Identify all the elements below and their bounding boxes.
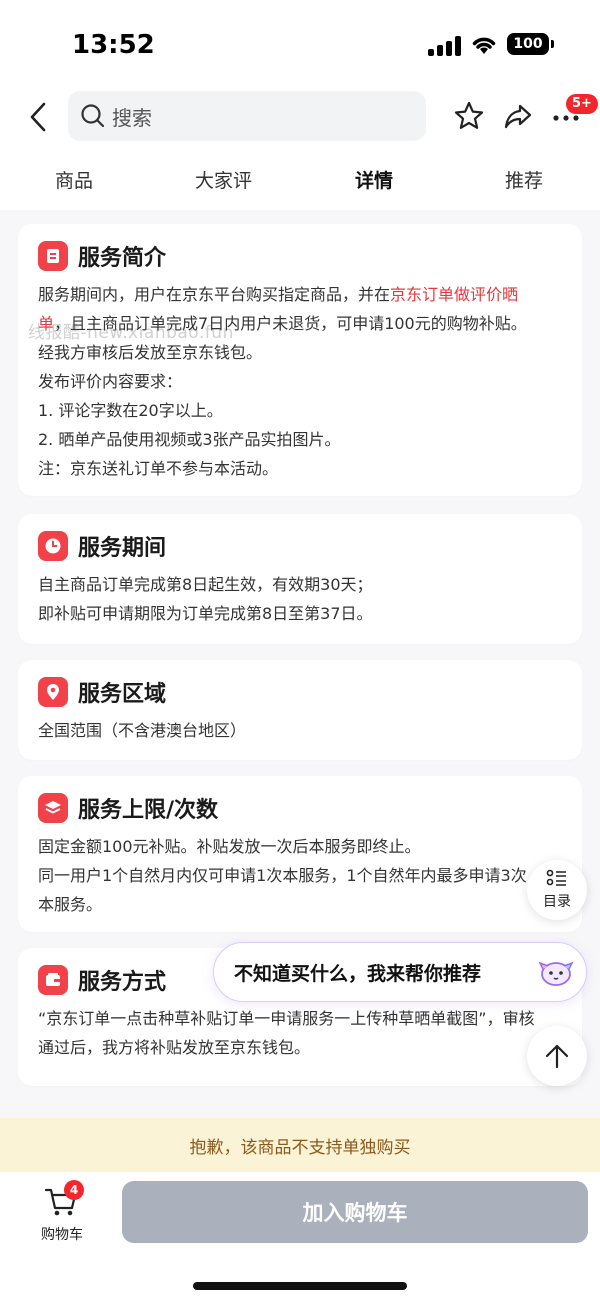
cart-button[interactable]: 4 购物车 [36, 1180, 86, 1244]
layers-icon [38, 793, 68, 823]
bottom-bar: 4 购物车 加入购物车 [0, 1172, 600, 1300]
period-line: 自主商品订单完成第8日起生效，有效期30天； [38, 575, 373, 594]
notice-text: 抱歉，该商品不支持单独购买 [189, 1137, 411, 1158]
limit-line: 本服务。 [38, 895, 103, 914]
wallet-icon [38, 965, 68, 995]
limit-line: 同一用户1个自然月内仅可申请1次本服务，1个自然年内最多申请3次 [38, 866, 527, 885]
card-title: 服务上限/次数 [78, 798, 219, 823]
intro-line: 发布评价内容要求： [38, 372, 183, 391]
card-title: 服务期间 [78, 536, 167, 561]
receipt-icon [38, 241, 68, 271]
card-title: 服务简介 [78, 246, 167, 271]
share-icon[interactable] [502, 100, 534, 132]
service-region-card: 服务区域 全国范围（不含港澳台地区） [18, 660, 582, 760]
intro-line: 1. 评论字数在20字以上。 [38, 401, 223, 420]
location-pin-icon [38, 677, 68, 707]
scroll-top-button[interactable] [527, 1026, 587, 1086]
highlight-text: 京东订单做评价晒 [390, 285, 519, 304]
method-line: “京东订单一点击种草补贴订单一申请服务一上传种草晒单截图”，审核 [38, 1009, 535, 1028]
tab-details[interactable]: 详情 [355, 166, 393, 193]
list-icon [546, 869, 566, 886]
intro-line: 注：京东送礼订单不参与本活动。 [38, 459, 279, 478]
clock-icon [38, 531, 68, 561]
cart-label: 购物车 [41, 1227, 83, 1243]
tab-product[interactable]: 商品 [55, 166, 93, 193]
arrow-up-icon [545, 1044, 569, 1069]
tab-reviews[interactable]: 大家评 [195, 166, 252, 193]
region-line: 全国范围（不含港澳台地区） [38, 721, 247, 740]
back-arrow-icon[interactable] [24, 100, 54, 134]
add-to-cart-button[interactable]: 加入购物车 [122, 1181, 588, 1243]
service-limit-card: 服务上限/次数 固定金额100元补贴。补贴发放一次后本服务即终止。 同一用户1个… [18, 776, 582, 932]
battery-icon: 100 [507, 33, 554, 55]
card-title: 服务方式 [78, 970, 167, 995]
toc-button[interactable]: 目录 [527, 860, 587, 920]
cart-count-badge: 4 [64, 1180, 84, 1200]
status-bar: 13:52 100 [0, 0, 600, 88]
mascot-dog-icon [538, 961, 574, 986]
search-icon [81, 104, 105, 128]
signal-icon [428, 36, 462, 56]
wifi-icon [472, 37, 496, 54]
card-title: 服务区域 [78, 682, 167, 707]
home-indicator [193, 1282, 407, 1290]
top-nav: 搜索 [0, 88, 600, 146]
search-input[interactable]: 搜索 [68, 91, 426, 141]
message-badge: 5+ [566, 94, 598, 114]
recommend-bubble[interactable]: 不知道买什么，我来帮你推荐 [213, 942, 587, 1002]
intro-line: 服务期间内，用户在京东平台购买指定商品，并在京东订单做评价晒 [38, 285, 519, 304]
status-time: 13:52 [72, 30, 155, 60]
star-favorite-icon[interactable] [453, 100, 485, 132]
tab-recommend[interactable]: 推荐 [505, 166, 543, 193]
notice-bar: 抱歉，该商品不支持单独购买 [0, 1118, 600, 1172]
toc-label: 目录 [543, 894, 571, 910]
battery-level: 100 [513, 36, 543, 52]
service-period-card: 服务期间 自主商品订单完成第8日起生效，有效期30天； 即补贴可申请期限为订单完… [18, 514, 582, 644]
period-line: 即补贴可申请期限为订单完成第8日至第37日。 [38, 604, 373, 623]
limit-line: 固定金额100元补贴。补贴发放一次后本服务即终止。 [38, 837, 421, 856]
watermark: 线报酷-new.xianbao.fun [28, 323, 234, 343]
method-line: 通过后，我方将补贴发放至京东钱包。 [38, 1038, 311, 1057]
tab-bar: 商品 大家评 详情 推荐 [0, 146, 600, 210]
recommend-text: 不知道买什么，我来帮你推荐 [234, 962, 482, 985]
intro-line: 2. 晒单产品使用视频或3张产品实拍图片。 [38, 430, 341, 449]
search-placeholder: 搜索 [112, 105, 152, 130]
service-intro-card: 服务简介 服务期间内，用户在京东平台购买指定商品，并在京东订单做评价晒 单，且主… [18, 224, 582, 496]
